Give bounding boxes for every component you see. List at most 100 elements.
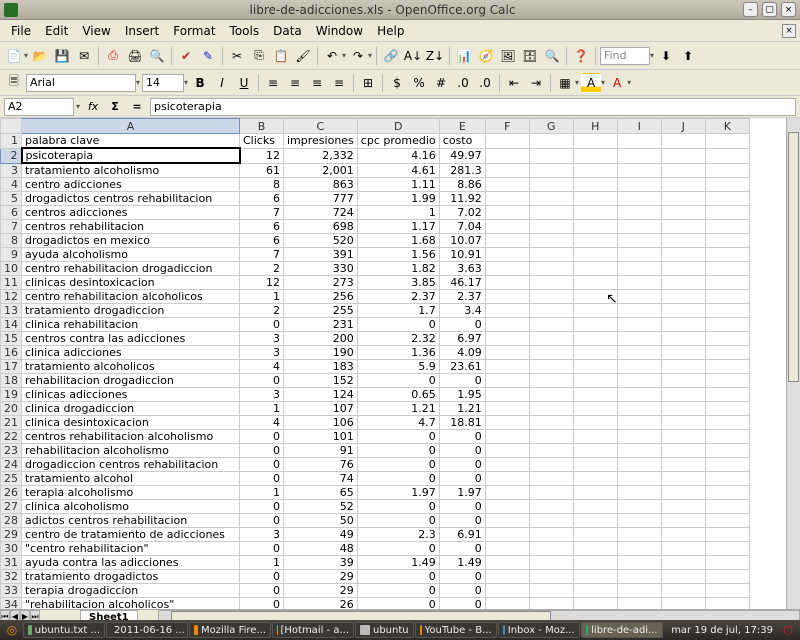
cell-empty[interactable] (485, 234, 529, 248)
cell-empty[interactable] (485, 388, 529, 402)
open-icon[interactable]: 📂 (30, 46, 50, 66)
col-header-K[interactable]: K (705, 119, 749, 134)
cell-empty[interactable] (529, 416, 573, 430)
cell-C11[interactable]: 273 (284, 276, 358, 290)
row-header-10[interactable]: 10 (1, 262, 22, 276)
cell-D24[interactable]: 0 (357, 458, 439, 472)
cell-empty[interactable] (529, 472, 573, 486)
cell-empty[interactable] (661, 570, 705, 584)
cell-D34[interactable]: 0 (357, 598, 439, 610)
cell-B14[interactable]: 0 (240, 318, 284, 332)
col-header-E[interactable]: E (439, 119, 485, 134)
cell-empty[interactable] (661, 430, 705, 444)
cell-C27[interactable]: 52 (284, 500, 358, 514)
cell-empty[interactable] (617, 500, 661, 514)
cell-E29[interactable]: 6.91 (439, 528, 485, 542)
cell-empty[interactable] (485, 220, 529, 234)
cell-empty[interactable] (573, 542, 617, 556)
cell-empty[interactable] (661, 402, 705, 416)
menu-tools[interactable]: Tools (223, 22, 267, 40)
cell-A19[interactable]: clinicas adicciones (22, 388, 240, 402)
cell-empty[interactable] (705, 584, 749, 598)
cell-empty[interactable] (617, 318, 661, 332)
cell-empty[interactable] (705, 374, 749, 388)
cell-D5[interactable]: 1.99 (357, 192, 439, 206)
cell-empty[interactable] (705, 178, 749, 192)
cell-empty[interactable] (617, 430, 661, 444)
cell-D30[interactable]: 0 (357, 542, 439, 556)
cell-empty[interactable] (573, 220, 617, 234)
cell-empty[interactable] (617, 402, 661, 416)
cell-empty[interactable] (661, 234, 705, 248)
cell-C14[interactable]: 231 (284, 318, 358, 332)
cell-empty[interactable] (485, 472, 529, 486)
cell-E22[interactable]: 0 (439, 430, 485, 444)
align-center-icon[interactable]: ≡ (285, 73, 305, 93)
paste-icon[interactable]: 📋 (271, 46, 291, 66)
cell-B16[interactable]: 3 (240, 346, 284, 360)
cell-empty[interactable] (485, 458, 529, 472)
cell-empty[interactable] (661, 528, 705, 542)
cell-empty[interactable] (661, 290, 705, 304)
cell-E8[interactable]: 10.07 (439, 234, 485, 248)
cell-empty[interactable] (705, 416, 749, 430)
cell-empty[interactable] (573, 402, 617, 416)
cell-empty[interactable] (705, 346, 749, 360)
cell-empty[interactable] (705, 276, 749, 290)
cell-B20[interactable]: 1 (240, 402, 284, 416)
font-select[interactable] (26, 74, 136, 92)
cell-E13[interactable]: 3.4 (439, 304, 485, 318)
zoom-icon[interactable]: 🔍 (542, 46, 562, 66)
cell-empty[interactable] (529, 430, 573, 444)
cell-empty[interactable] (529, 318, 573, 332)
cell-empty[interactable] (485, 134, 529, 149)
cell-empty[interactable] (573, 486, 617, 500)
cell-empty[interactable] (705, 206, 749, 220)
cell-empty[interactable] (661, 346, 705, 360)
cell-E34[interactable]: 0 (439, 598, 485, 610)
col-header-A[interactable]: A (22, 119, 240, 134)
cell-empty[interactable] (617, 472, 661, 486)
cell-empty[interactable] (485, 556, 529, 570)
cell-C2[interactable]: 2,332 (284, 148, 358, 163)
cell-empty[interactable] (661, 374, 705, 388)
cell-D19[interactable]: 0.65 (357, 388, 439, 402)
cell-D27[interactable]: 0 (357, 500, 439, 514)
cell-A30[interactable]: "centro rehabilitacion" (22, 542, 240, 556)
cell-empty[interactable] (705, 360, 749, 374)
cell-empty[interactable] (485, 290, 529, 304)
cell-empty[interactable] (485, 500, 529, 514)
row-header-23[interactable]: 23 (1, 444, 22, 458)
cell-A7[interactable]: centros rehabilitacion (22, 220, 240, 234)
start-button[interactable]: ◎ (2, 620, 22, 640)
cell-B11[interactable]: 12 (240, 276, 284, 290)
cell-empty[interactable] (573, 178, 617, 192)
cell-D29[interactable]: 2.3 (357, 528, 439, 542)
cell-empty[interactable] (617, 206, 661, 220)
cell-D1[interactable]: cpc promedio (357, 134, 439, 149)
cell-B25[interactable]: 0 (240, 472, 284, 486)
cell-empty[interactable] (705, 388, 749, 402)
indent-inc-icon[interactable]: ⇥ (526, 73, 546, 93)
print-icon[interactable]: 🖨 (125, 46, 145, 66)
row-header-24[interactable]: 24 (1, 458, 22, 472)
cell-empty[interactable] (661, 500, 705, 514)
cell-E30[interactable]: 0 (439, 542, 485, 556)
cell-empty[interactable] (617, 584, 661, 598)
row-header-29[interactable]: 29 (1, 528, 22, 542)
cell-empty[interactable] (573, 598, 617, 610)
cell-A9[interactable]: ayuda alcoholismo (22, 248, 240, 262)
formula-input[interactable] (150, 98, 796, 116)
cell-B22[interactable]: 0 (240, 430, 284, 444)
cell-B28[interactable]: 0 (240, 514, 284, 528)
cell-E31[interactable]: 1.49 (439, 556, 485, 570)
cell-empty[interactable] (705, 500, 749, 514)
row-header-20[interactable]: 20 (1, 402, 22, 416)
cell-empty[interactable] (661, 248, 705, 262)
minimize-button[interactable]: – (743, 2, 758, 17)
cell-empty[interactable] (661, 556, 705, 570)
cell-empty[interactable] (661, 542, 705, 556)
cell-empty[interactable] (485, 514, 529, 528)
cell-A6[interactable]: centros adicciones (22, 206, 240, 220)
cell-A10[interactable]: centro rehabilitacion drogadiccion (22, 262, 240, 276)
